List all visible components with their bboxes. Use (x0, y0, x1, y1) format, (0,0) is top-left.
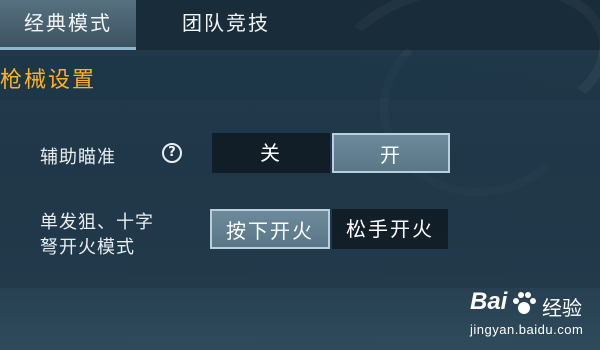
fire-mode-label-line2: 弩开火模式 (40, 237, 135, 258)
paw-icon (513, 292, 536, 314)
question-circle-icon[interactable]: ? (162, 143, 182, 163)
section-header: 枪械设置 (0, 56, 600, 98)
mode-tab-bar: 经典模式 团队竞技 (0, 0, 600, 50)
aim-assist-label: 辅助瞄准 (40, 147, 116, 168)
aim-assist-on-button[interactable]: 开 (332, 133, 450, 173)
tab-classic-mode[interactable]: 经典模式 (0, 0, 136, 50)
watermark-url: jingyan.baidu.com (470, 322, 584, 337)
watermark-jingyan: 经验 (542, 296, 582, 320)
tab-team-deathmatch[interactable]: 团队竞技 (182, 0, 302, 50)
settings-panel (0, 100, 600, 288)
aim-assist-off-button[interactable]: 关 (212, 133, 330, 173)
section-title: 枪械设置 (0, 68, 97, 93)
fire-on-release-button[interactable]: 松手开火 (332, 209, 448, 249)
baidu-jingyan-watermark: Bai 经验 jingyan.baidu.com (470, 288, 592, 346)
fire-mode-label-line1: 单发狙、十字 (40, 212, 154, 233)
fire-on-press-button[interactable]: 按下开火 (210, 209, 330, 249)
watermark-logo-text: Bai (470, 288, 508, 315)
